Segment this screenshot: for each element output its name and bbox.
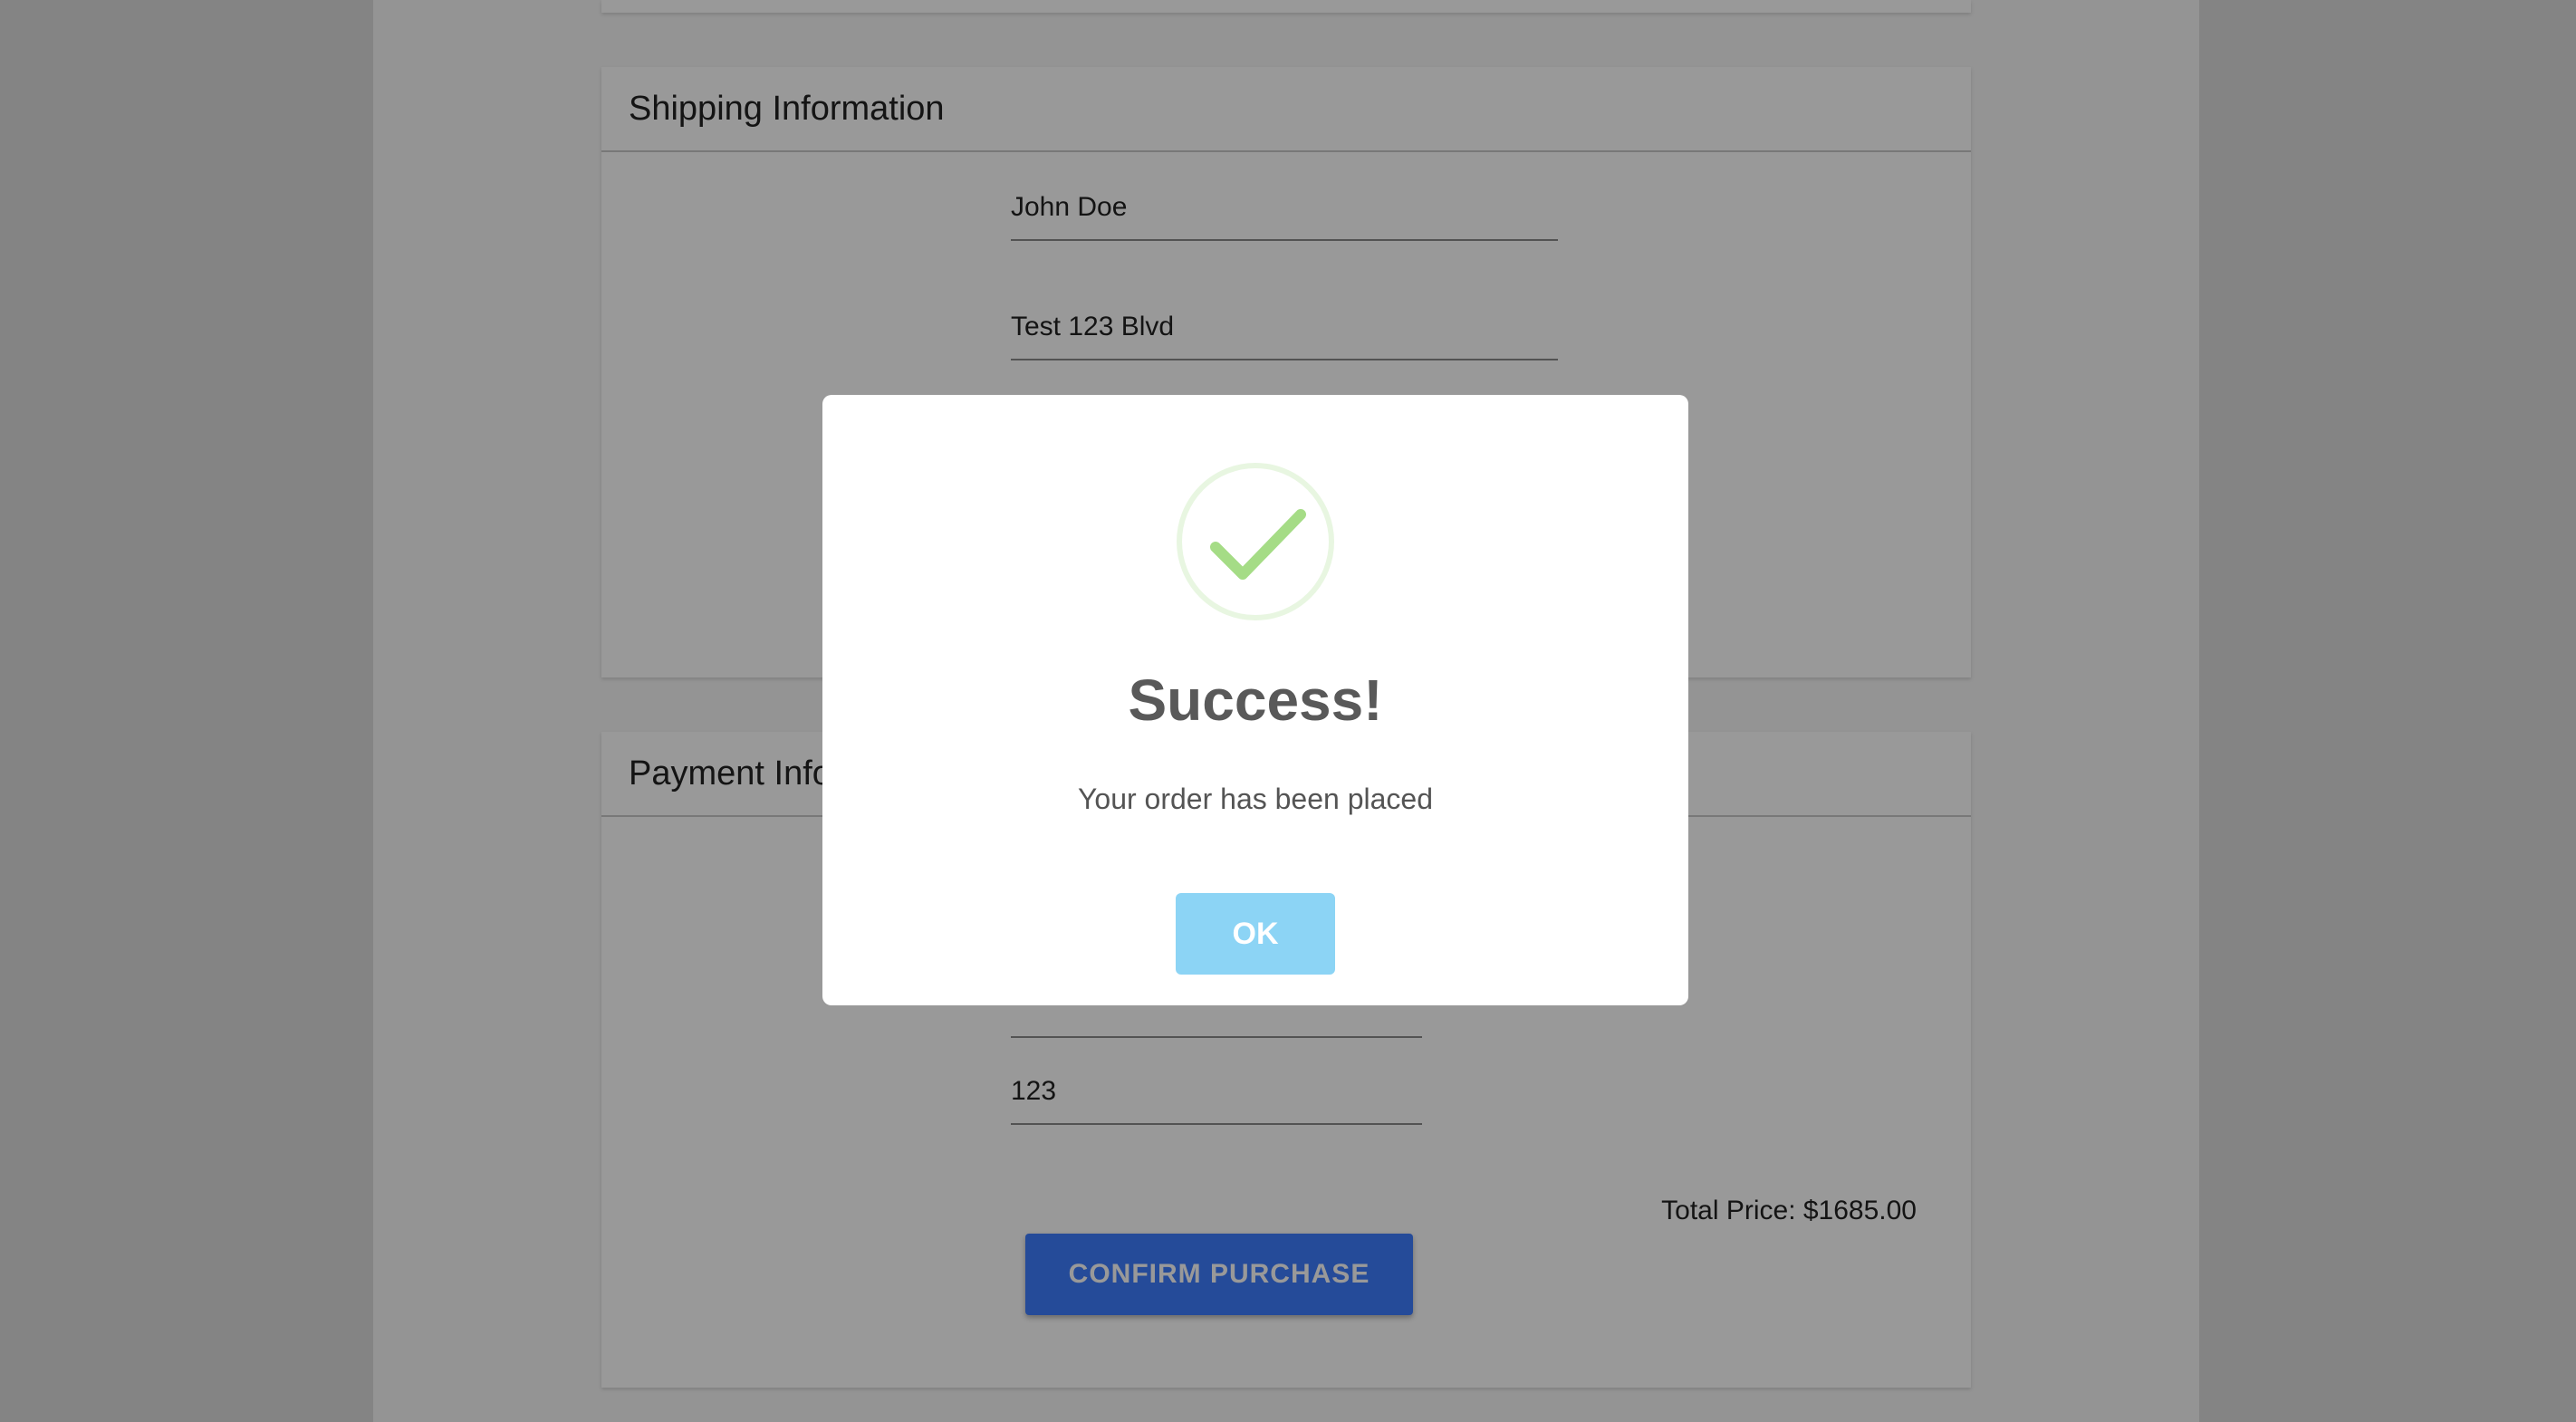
dialog-message: Your order has been placed — [1078, 783, 1433, 815]
ok-button[interactable]: OK — [1176, 893, 1335, 975]
dialog-title: Success! — [1128, 668, 1383, 733]
success-dialog: Success! Your order has been placed OK — [822, 395, 1688, 1005]
success-check-icon — [1177, 463, 1334, 620]
